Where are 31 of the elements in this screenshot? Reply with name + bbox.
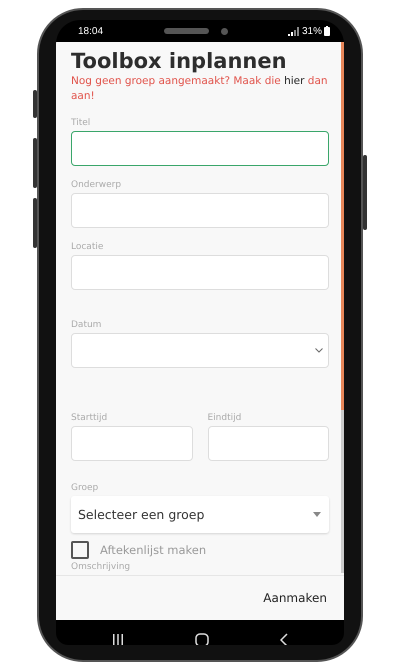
speaker-grille <box>164 28 208 34</box>
checkbox[interactable] <box>71 541 89 559</box>
field-label: Groep <box>71 483 100 494</box>
checkbox-label: Aftekenlijst maken <box>100 543 206 557</box>
field-label: Titel <box>71 118 92 129</box>
back-icon[interactable] <box>280 632 288 645</box>
page-title: Toolbox inplannen <box>71 48 288 74</box>
notice-text: Nog geen groep aangemaakt? Maak die hier dan aan! <box>71 74 329 104</box>
input-field[interactable] <box>71 131 329 166</box>
signal-icon <box>288 26 300 36</box>
field-label: Eindtijd <box>208 413 242 424</box>
field-label: Starttijd <box>71 413 108 424</box>
time-field[interactable] <box>208 426 329 461</box>
date-field[interactable] <box>71 333 329 368</box>
camera-dot <box>220 28 228 34</box>
battery-icon <box>324 26 330 36</box>
create-button[interactable]: Aanmaken <box>258 587 332 609</box>
battery-percentage: 31% <box>302 26 322 36</box>
status-time: 18:04 <box>78 26 104 36</box>
field-label: Omschrijving <box>71 562 132 573</box>
field-label: Onderwerp <box>71 180 122 191</box>
create-group-link[interactable]: hier <box>284 75 304 87</box>
time-field[interactable] <box>71 426 192 461</box>
scrollbar[interactable] <box>341 42 344 573</box>
group-dropdown[interactable]: Selecteer een groep <box>71 496 329 533</box>
recent-apps-icon[interactable] <box>112 634 124 645</box>
field-label: Locatie <box>71 242 104 253</box>
field-label: Datum <box>71 320 102 331</box>
chevron-down-icon <box>315 348 323 353</box>
home-icon[interactable] <box>194 632 209 645</box>
dropdown-arrow-icon <box>313 512 321 517</box>
